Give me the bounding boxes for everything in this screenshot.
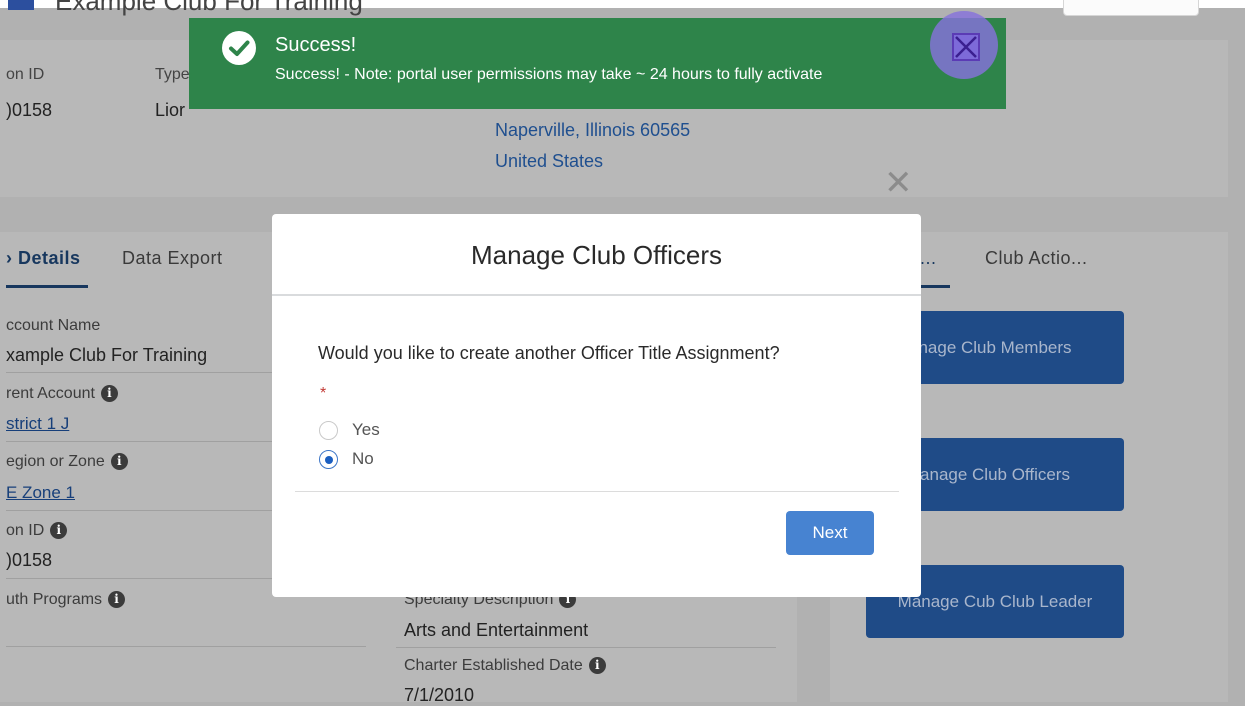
- modal-footer-divider: [295, 491, 899, 492]
- next-button[interactable]: Next: [786, 511, 874, 555]
- field-value-specialty: Arts and Entertainment: [404, 620, 589, 640]
- active-tab-indicator: [920, 285, 950, 288]
- highlight-label-type: Type: [155, 66, 190, 83]
- info-icon[interactable]: i: [50, 522, 68, 540]
- field-label-account-name: ccount Name: [6, 317, 101, 334]
- close-icon[interactable]: ✕: [884, 163, 913, 203]
- field-label-parent-account: rent Account i: [6, 385, 118, 403]
- tab-details[interactable]: › Details: [6, 248, 81, 269]
- field-value-on-id: )0158: [6, 550, 53, 570]
- record-type-icon: [8, 0, 34, 10]
- radio-button-yes[interactable]: [319, 420, 338, 440]
- radio-option-yes[interactable]: Yes: [319, 420, 380, 440]
- tab-data-export[interactable]: Data Export: [122, 248, 223, 269]
- address-line-country[interactable]: United States: [495, 151, 603, 172]
- info-icon[interactable]: i: [588, 657, 606, 675]
- tab-overflow[interactable]: ...: [920, 248, 937, 269]
- highlight-label-on-id: on ID: [6, 66, 45, 83]
- field-label-on-id: on ID i: [6, 522, 68, 540]
- success-check-icon: [222, 31, 256, 65]
- highlight-value-type: Lior: [155, 100, 186, 120]
- toast-message: Success! - Note: portal user permissions…: [275, 66, 823, 83]
- info-icon[interactable]: i: [110, 453, 128, 471]
- field-link-parent-account[interactable]: strict 1 J: [6, 414, 69, 434]
- toast-close-icon[interactable]: [952, 33, 980, 61]
- tab-club-actions[interactable]: Club Actio...: [985, 248, 1088, 269]
- field-label-region: egion or Zone i: [6, 453, 128, 471]
- active-tab-indicator: [6, 285, 88, 288]
- field-label-youth-programs: uth Programs i: [6, 591, 126, 609]
- page-title: Example Club For Training: [55, 0, 363, 16]
- required-indicator: *: [320, 385, 327, 402]
- field-value-account-name: xample Club For Training: [6, 345, 208, 365]
- radio-label-yes[interactable]: Yes: [352, 420, 380, 440]
- toast-title: Success!: [275, 34, 357, 56]
- header-action-button[interactable]: [1063, 0, 1199, 16]
- radio-option-no[interactable]: No: [319, 449, 374, 469]
- modal-title: Manage Club Officers: [471, 240, 722, 270]
- success-toast: [189, 18, 1006, 109]
- radio-selected-dot: [325, 455, 333, 464]
- field-value-charter-date: 7/1/2010: [404, 685, 475, 705]
- address-line-city[interactable]: Naperville, Illinois 60565: [495, 120, 690, 141]
- info-icon[interactable]: i: [100, 385, 118, 403]
- radio-label-no[interactable]: No: [352, 449, 374, 469]
- radio-button-no[interactable]: [319, 449, 338, 469]
- officer-question: Would you like to create another Officer…: [318, 343, 780, 363]
- field-link-region[interactable]: E Zone 1: [6, 483, 75, 503]
- highlight-value-on-id: )0158: [6, 100, 53, 120]
- info-icon[interactable]: i: [108, 591, 126, 609]
- field-divider: [396, 647, 776, 648]
- field-label-charter-date: Charter Established Date i: [404, 657, 606, 675]
- field-divider: [6, 646, 366, 647]
